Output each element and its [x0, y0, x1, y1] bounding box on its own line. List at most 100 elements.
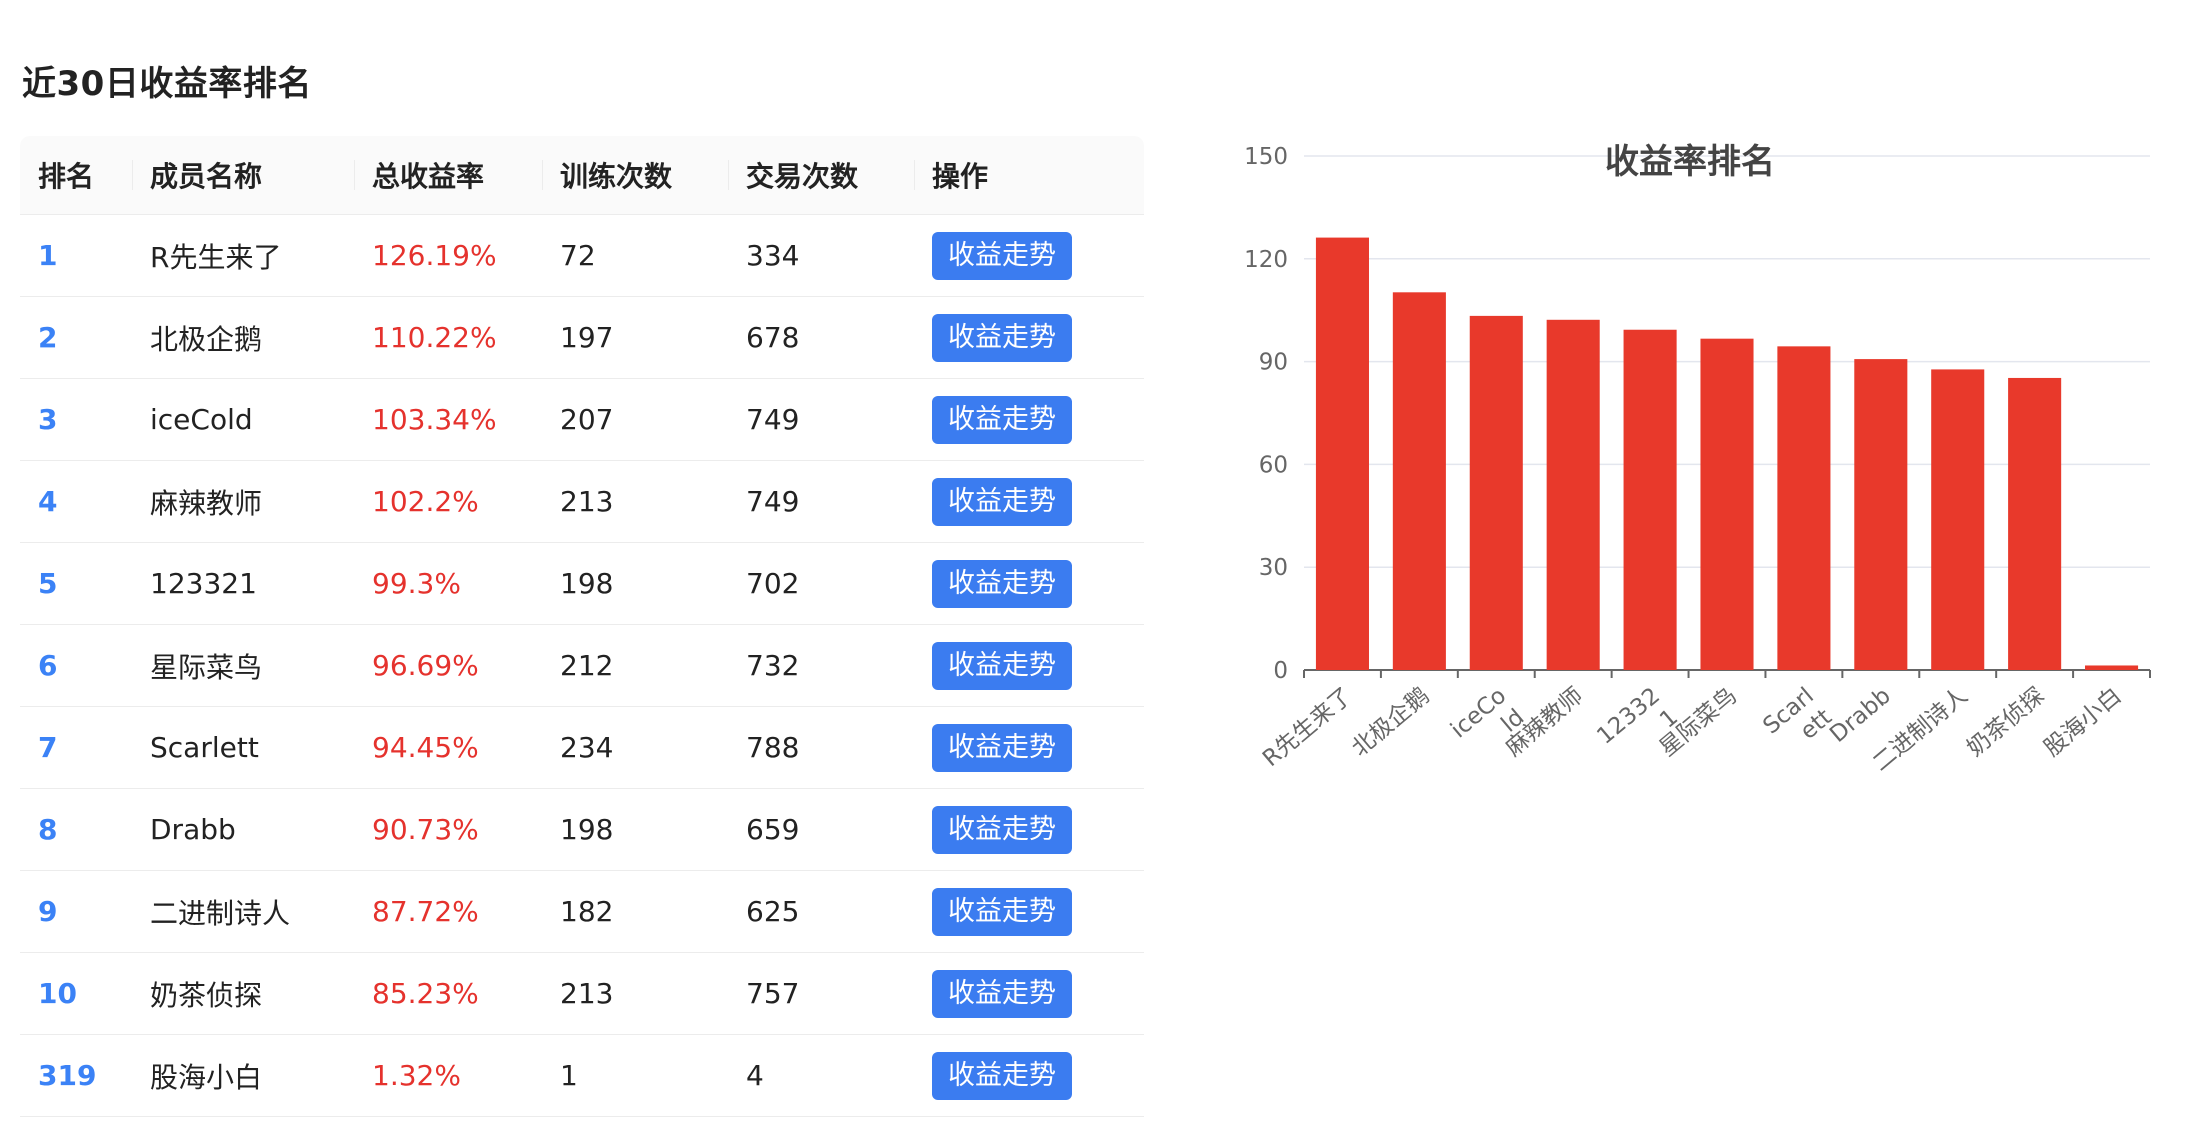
- action-cell: 收益走势: [914, 296, 1144, 379]
- rank-cell: 6: [20, 624, 132, 707]
- total-return-cell: 126.19%: [354, 214, 542, 297]
- return-trend-button[interactable]: 收益走势: [932, 395, 1072, 444]
- leaderboard-page: 近30日收益率排名 排名 成员名称 总收益率 训练次数 交易次数 操作 1 R先生…: [0, 0, 2200, 1120]
- member-name-cell: Drabb: [132, 788, 354, 871]
- table-row: 4 麻辣教师 102.2% 213 749 收益走势: [20, 460, 1144, 543]
- total-return-cell: 1.32%: [354, 1034, 542, 1117]
- bar[interactable]: [1392, 292, 1446, 670]
- section-title: 近30日收益率排名: [22, 64, 312, 104]
- total-return-cell: 110.22%: [354, 296, 542, 379]
- member-name-cell: 123321: [132, 542, 354, 625]
- training-count-cell: 72: [542, 214, 728, 297]
- rank-cell: 2: [20, 296, 132, 379]
- bar[interactable]: [1315, 237, 1369, 670]
- member-name-cell: R先生来了: [132, 214, 354, 297]
- return-trend-button[interactable]: 收益走势: [932, 641, 1072, 690]
- action-cell: 收益走势: [914, 378, 1144, 461]
- rank-cell: 10: [20, 952, 132, 1035]
- bar-chart-svg: 0306090120150R先生来了北极企鹅 iceCold麻辣教师 123321星…: [1244, 144, 2151, 777]
- header-trade-count: 交易次数: [728, 136, 914, 215]
- bar[interactable]: [1777, 346, 1831, 670]
- total-return-cell: 87.72%: [354, 870, 542, 953]
- return-trend-button[interactable]: 收益走势: [932, 805, 1072, 854]
- return-trend-button[interactable]: 收益走势: [932, 887, 1072, 936]
- training-count-cell: 198: [542, 788, 728, 871]
- rank-cell: 1: [20, 214, 132, 297]
- x-tick-label: 北极企鹅: [1347, 683, 1434, 762]
- rank-cell: 7: [20, 706, 132, 789]
- total-return-cell: 96.69%: [354, 624, 542, 707]
- action-cell: 收益走势: [914, 624, 1144, 707]
- bar[interactable]: [1931, 369, 1985, 670]
- chart-title: 收益率排名: [1605, 142, 1775, 182]
- return-trend-button[interactable]: 收益走势: [932, 313, 1072, 362]
- y-tick-label: 90: [1259, 350, 1288, 376]
- rank-cell: 319: [20, 1034, 132, 1117]
- member-name-cell: iceCold: [132, 378, 354, 461]
- rank-cell: 4: [20, 460, 132, 543]
- y-tick-label: 60: [1259, 452, 1288, 478]
- return-trend-button[interactable]: 收益走势: [932, 559, 1072, 608]
- return-trend-button[interactable]: 收益走势: [932, 723, 1072, 772]
- action-cell: 收益走势: [914, 460, 1144, 543]
- trade-count-cell: 757: [728, 952, 914, 1035]
- table-row: 8 Drabb 90.73% 198 659 收益走势: [20, 788, 1144, 871]
- table-header-row: 排名 成员名称 总收益率 训练次数 交易次数 操作: [20, 136, 1144, 215]
- bar[interactable]: [1469, 315, 1523, 670]
- total-return-cell: 90.73%: [354, 788, 542, 871]
- x-tick-label-line: 奶茶侦探: [1962, 683, 2049, 762]
- action-cell: 收益走势: [914, 788, 1144, 871]
- header-total-return: 总收益率: [354, 136, 542, 215]
- table-row: 2 北极企鹅 110.22% 197 678 收益走势: [20, 296, 1144, 379]
- trade-count-cell: 659: [728, 788, 914, 871]
- table-row: 10 奶茶侦探 85.23% 213 757 收益走势: [20, 952, 1144, 1035]
- return-rank-chart: 收益率排名 0 30 60 90 120 150 R先生来了 北极企鹅 iceCold 麻辣教师 1…: [1190, 120, 2190, 1120]
- total-return-cell: 99.3%: [354, 542, 542, 625]
- x-tick-label: 奶茶侦探: [1962, 683, 2049, 762]
- ranking-table-container: 排名 成员名称 总收益率 训练次数 交易次数 操作 1 R先生来了 126.19% 7…: [20, 136, 1144, 1117]
- bar[interactable]: [1854, 359, 1908, 670]
- bar[interactable]: [1546, 319, 1600, 670]
- return-trend-button[interactable]: 收益走势: [932, 477, 1072, 526]
- y-tick-label: 0: [1273, 658, 1288, 684]
- trade-count-cell: 749: [728, 378, 914, 461]
- training-count-cell: 234: [542, 706, 728, 789]
- trade-count-cell: 4: [728, 1034, 914, 1117]
- member-name-cell: 股海小白: [132, 1034, 354, 1117]
- table-row: 9 二进制诗人 87.72% 182 625 收益走势: [20, 870, 1144, 953]
- action-cell: 收益走势: [914, 214, 1144, 297]
- table-body: 1 R先生来了 126.19% 72 334 收益走势 2 北极企鹅 110.22% 197 678…: [20, 214, 1144, 1117]
- bar[interactable]: [2008, 377, 2062, 670]
- total-return-cell: 94.45%: [354, 706, 542, 789]
- bar[interactable]: [1623, 329, 1677, 670]
- total-return-cell: 102.2%: [354, 460, 542, 543]
- action-cell: 收益走势: [914, 870, 1144, 953]
- table-row: 1 R先生来了 126.19% 72 334 收益走势: [20, 214, 1144, 297]
- rank-cell: 5: [20, 542, 132, 625]
- member-name-cell: 北极企鹅: [132, 296, 354, 379]
- return-trend-button[interactable]: 收益走势: [932, 231, 1072, 280]
- x-tick-label-line: R先生来了: [1258, 683, 1357, 772]
- return-trend-button[interactable]: 收益走势: [932, 969, 1072, 1018]
- member-name-cell: 麻辣教师: [132, 460, 354, 543]
- header-actions: 操作: [914, 136, 1144, 215]
- x-tick-label: 股海小白: [2039, 683, 2126, 762]
- trade-count-cell: 732: [728, 624, 914, 707]
- return-trend-button[interactable]: 收益走势: [932, 1051, 1072, 1100]
- rank-cell: 9: [20, 870, 132, 953]
- member-name-cell: 奶茶侦探: [132, 952, 354, 1035]
- training-count-cell: 213: [542, 952, 728, 1035]
- training-count-cell: 213: [542, 460, 728, 543]
- table-row: 7 Scarlett 94.45% 234 788 收益走势: [20, 706, 1144, 789]
- bar[interactable]: [1700, 338, 1754, 670]
- member-name-cell: 星际菜鸟: [132, 624, 354, 707]
- x-tick-label-line: 12332: [1592, 683, 1665, 750]
- training-count-cell: 197: [542, 296, 728, 379]
- training-count-cell: 207: [542, 378, 728, 461]
- table-row: 319 股海小白 1.32% 1 4 收益走势: [20, 1034, 1144, 1117]
- action-cell: 收益走势: [914, 1034, 1144, 1117]
- bar[interactable]: [2085, 665, 2139, 670]
- rank-cell: 3: [20, 378, 132, 461]
- header-rank: 排名: [20, 136, 132, 215]
- member-name-cell: Scarlett: [132, 706, 354, 789]
